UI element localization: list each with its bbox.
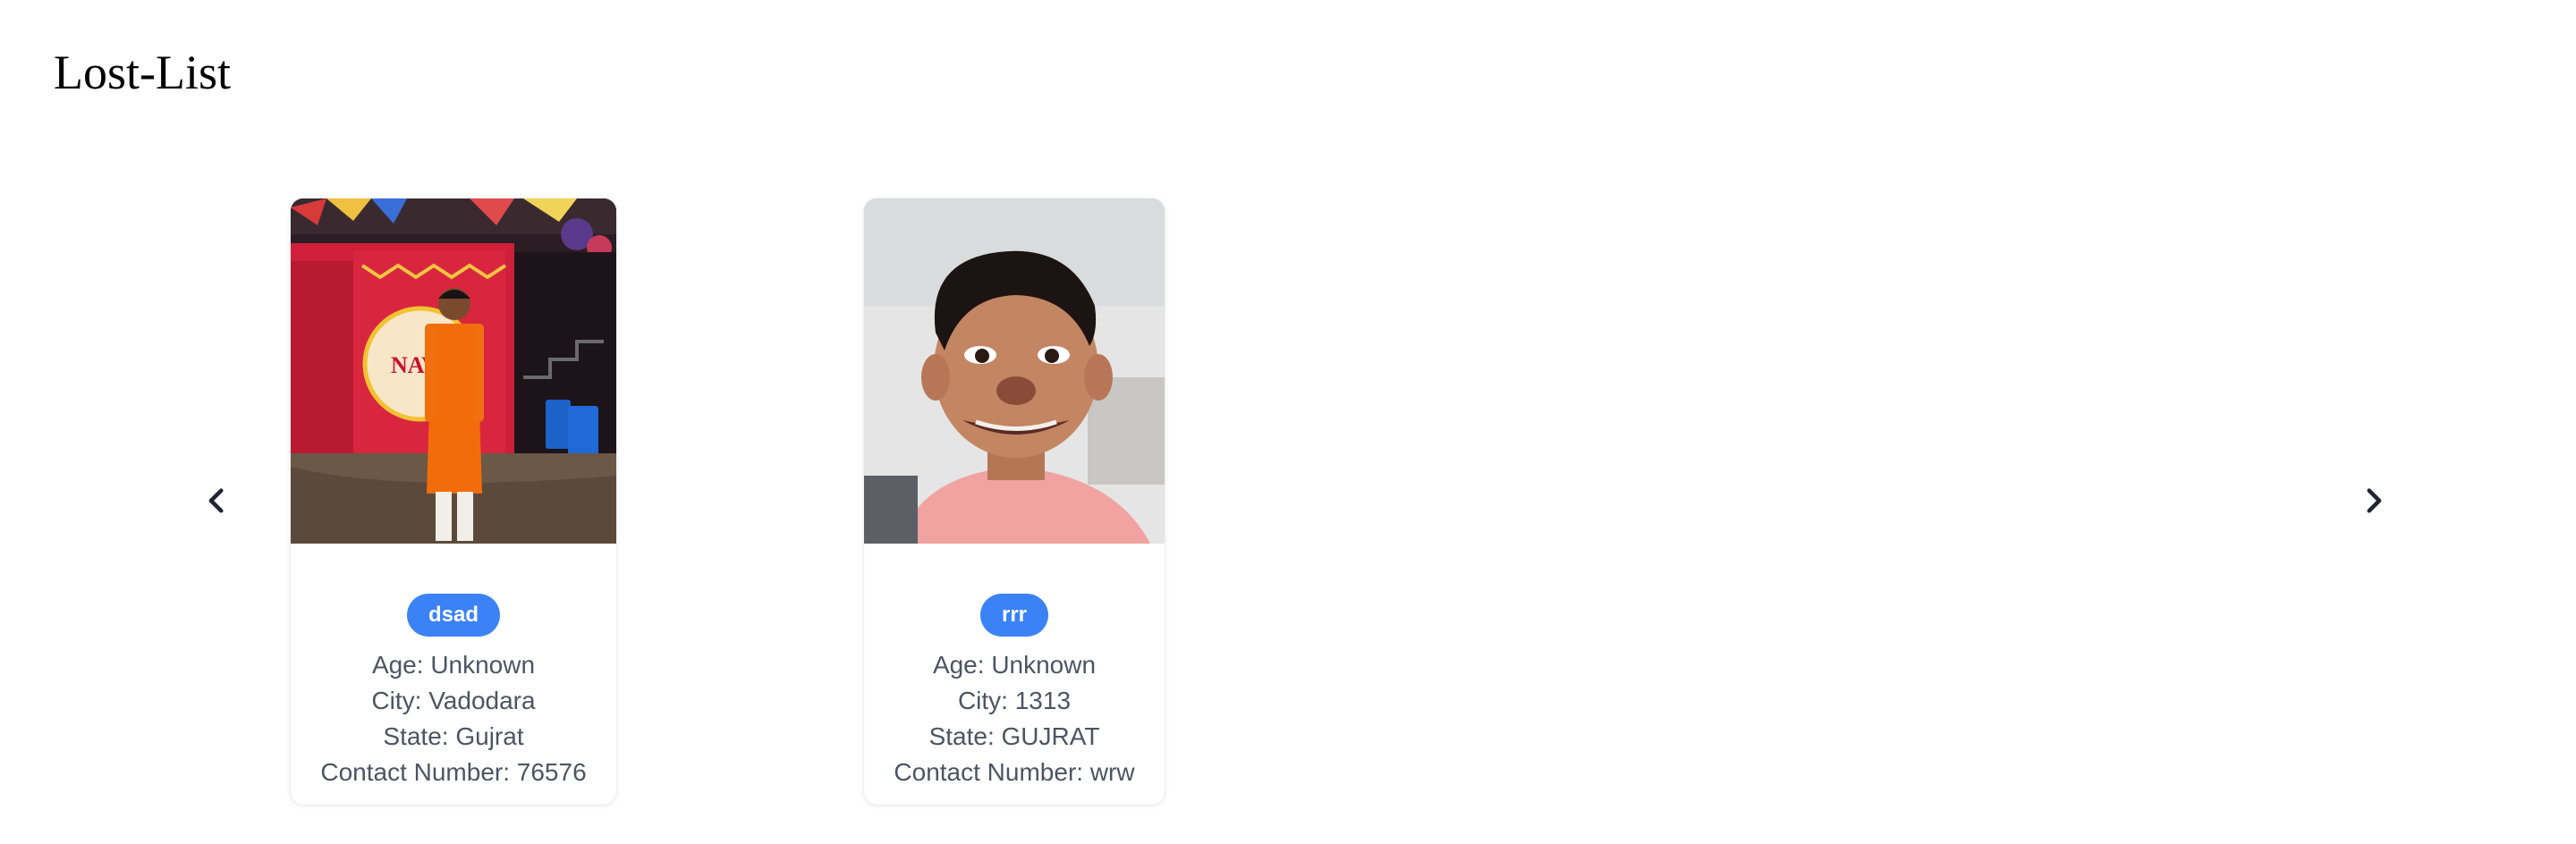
chevron-left-icon — [208, 488, 224, 513]
person-photo — [864, 198, 1165, 544]
chevron-right-icon — [2367, 488, 2382, 513]
carousel-prev-button[interactable] — [192, 476, 242, 526]
person-photo: NAV — [291, 198, 616, 544]
page-title: Lost-List — [54, 46, 231, 99]
city-text: City: 1313 — [957, 687, 1072, 714]
lost-person-card[interactable]: rrr Age: Unknown City: 1313 State: GUJRA… — [864, 198, 1165, 805]
age-text: Age: Unknown — [932, 651, 1097, 679]
lost-person-card[interactable]: NAV dsad Age: Unknown City: Vadodara Sta… — [291, 198, 616, 805]
carousel-next-button[interactable] — [2348, 476, 2398, 526]
city-text: City: Vadodara — [371, 687, 536, 714]
name-badge: rrr — [979, 594, 1049, 637]
name-badge: dsad — [406, 594, 500, 637]
contact-number-text: Contact Number: 76576 — [320, 758, 587, 786]
age-text: Age: Unknown — [371, 651, 536, 679]
state-text: State: Gujrat — [383, 722, 524, 750]
state-text: State: GUJRAT — [928, 722, 1100, 750]
contact-number-text: Contact Number: wrw — [894, 758, 1135, 786]
